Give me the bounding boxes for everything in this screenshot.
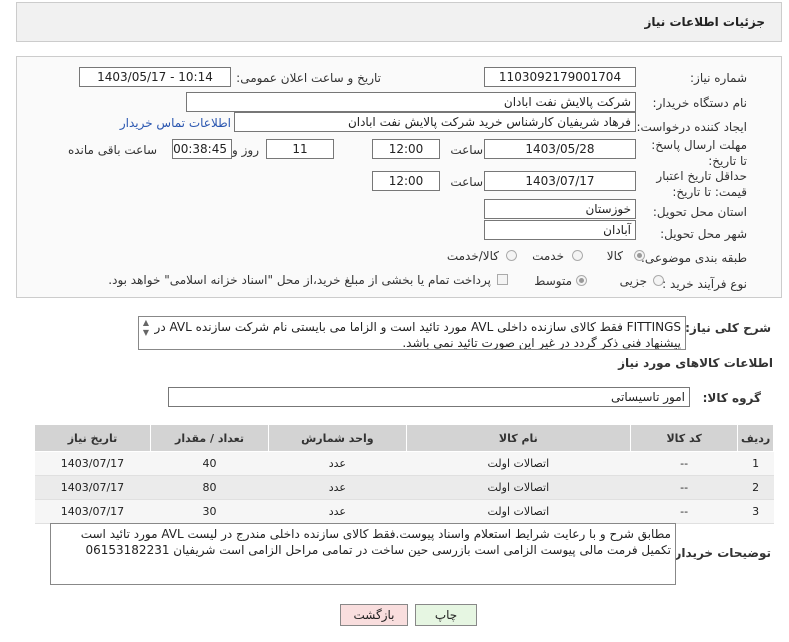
row-date: 1403/07/17 bbox=[34, 499, 151, 524]
treasury-payment-checkbox[interactable] bbox=[497, 274, 508, 285]
deadline-time-label: ساعت bbox=[450, 143, 483, 157]
row-unit: عدد bbox=[268, 451, 407, 476]
col-row: ردیف bbox=[737, 424, 774, 452]
days-label: روز و bbox=[232, 143, 259, 157]
description-text[interactable]: FITTINGS فقط کالای سازنده داخلی AVL مورد… bbox=[138, 316, 686, 350]
row-index: 2 bbox=[737, 475, 774, 500]
row-qty: 40 bbox=[150, 451, 269, 476]
page-title: جزئیات اطلاعات نیاز bbox=[644, 15, 765, 29]
category-radio-service[interactable] bbox=[572, 250, 583, 261]
row-index: 1 bbox=[737, 451, 774, 476]
buyer-org-field[interactable]: شرکت پالایش نفت ابادان bbox=[186, 92, 636, 112]
col-code: کد کالا bbox=[629, 424, 739, 452]
row-code: -- bbox=[630, 451, 738, 476]
goods-section-title: اطلاعات کالاهای مورد نیاز bbox=[618, 356, 773, 370]
row-unit: عدد bbox=[268, 499, 407, 524]
goods-table: ردیف کد کالا نام کالا واحد شمارش تعداد /… bbox=[34, 424, 774, 524]
validity-label: حداقل تاریخ اعتبار قیمت: تا تاریخ: bbox=[656, 169, 747, 199]
validity-time-label: ساعت bbox=[450, 175, 483, 189]
back-button[interactable]: بازگشت bbox=[340, 604, 408, 626]
row-name: اتصالات اولت bbox=[406, 499, 631, 524]
row-name: اتصالات اولت bbox=[406, 451, 631, 476]
city-label: شهر محل تحویل: bbox=[660, 227, 747, 241]
row-date: 1403/07/17 bbox=[34, 475, 151, 500]
row-unit: عدد bbox=[268, 475, 407, 500]
city-field[interactable]: آبادان bbox=[484, 220, 636, 240]
remaining-label: ساعت باقی مانده bbox=[67, 143, 157, 157]
table-row: 1 -- اتصالات اولت عدد 40 1403/07/17 bbox=[34, 451, 774, 476]
province-field[interactable]: خوزستان bbox=[484, 199, 636, 219]
announce-field[interactable]: 1403/05/17 - 10:14 bbox=[79, 67, 231, 87]
province-label: استان محل تحویل: bbox=[652, 205, 747, 219]
deadline-date-field[interactable]: 1403/05/28 bbox=[484, 139, 636, 159]
row-code: -- bbox=[630, 499, 738, 524]
row-name: اتصالات اولت bbox=[406, 475, 631, 500]
purchase-radio-medium[interactable] bbox=[576, 275, 587, 286]
purchase-option-medium: متوسط bbox=[534, 274, 572, 288]
purchase-option-minor: جزیی bbox=[619, 274, 647, 288]
row-qty: 30 bbox=[150, 499, 269, 524]
scroll-arrows-icon[interactable]: ▲ ▼ bbox=[140, 318, 152, 348]
description-label: شرح کلی نیاز: bbox=[685, 321, 771, 335]
category-radio-goods-service[interactable] bbox=[506, 250, 517, 261]
goods-table-header: ردیف کد کالا نام کالا واحد شمارش تعداد /… bbox=[34, 424, 774, 452]
buyer-notes-label: توضیحات خریدار: bbox=[669, 546, 771, 560]
row-date: 1403/07/17 bbox=[34, 451, 151, 476]
row-code: -- bbox=[630, 475, 738, 500]
deadline-label: مهلت ارسال پاسخ: تا تاریخ: bbox=[651, 138, 747, 168]
purchase-radio-minor[interactable] bbox=[653, 275, 664, 286]
category-option-goods-service: کالا/خدمت bbox=[446, 249, 499, 263]
category-label: طبقه بندی موضوعی: bbox=[640, 251, 747, 265]
category-option-goods: کالا bbox=[606, 249, 623, 263]
col-name: نام کالا bbox=[405, 424, 631, 452]
table-row: 3 -- اتصالات اولت عدد 30 1403/07/17 bbox=[34, 499, 774, 524]
row-index: 3 bbox=[737, 499, 774, 524]
goods-group-field[interactable]: امور تاسیساتی bbox=[168, 387, 690, 407]
validity-date-field[interactable]: 1403/07/17 bbox=[484, 171, 636, 191]
creator-label: ایجاد کننده درخواست: bbox=[636, 120, 747, 134]
deadline-time-field[interactable]: 12:00 bbox=[372, 139, 440, 159]
need-number-label: شماره نیاز: bbox=[690, 71, 747, 85]
validity-time-field[interactable]: 12:00 bbox=[372, 171, 440, 191]
col-date: تاریخ نیاز bbox=[34, 424, 151, 452]
goods-group-label: گروه کالا: bbox=[702, 391, 761, 405]
buyer-notes-text[interactable]: مطابق شرح و با رعایت شرایط استعلام واسنا… bbox=[50, 523, 676, 585]
treasury-payment-note: پرداخت تمام یا بخشی از مبلغ خرید،از محل … bbox=[108, 273, 491, 287]
creator-field[interactable]: فرهاد شریفیان کارشناس خرید شرکت پالایش ن… bbox=[234, 112, 636, 132]
days-field[interactable]: 11 bbox=[266, 139, 334, 159]
announce-label: تاریخ و ساعت اعلان عمومی: bbox=[236, 71, 381, 85]
buyer-contact-link[interactable]: اطلاعات تماس خریدار bbox=[120, 116, 231, 130]
category-option-service: خدمت bbox=[532, 249, 564, 263]
remaining-time-field[interactable]: 00:38:45 bbox=[172, 139, 232, 159]
purchase-type-label: نوع فرآیند خرید : bbox=[662, 277, 747, 291]
col-unit: واحد شمارش bbox=[268, 424, 407, 452]
buyer-org-label: نام دستگاه خریدار: bbox=[652, 96, 748, 110]
table-row: 2 -- اتصالات اولت عدد 80 1403/07/17 bbox=[34, 475, 774, 500]
col-qty: تعداد / مقدار bbox=[149, 424, 270, 452]
need-number-field[interactable]: 1103092179001704 bbox=[484, 67, 636, 87]
print-button[interactable]: چاپ bbox=[415, 604, 477, 626]
category-radio-goods[interactable] bbox=[634, 250, 645, 261]
row-qty: 80 bbox=[150, 475, 269, 500]
page-header: جزئیات اطلاعات نیاز bbox=[16, 2, 782, 42]
